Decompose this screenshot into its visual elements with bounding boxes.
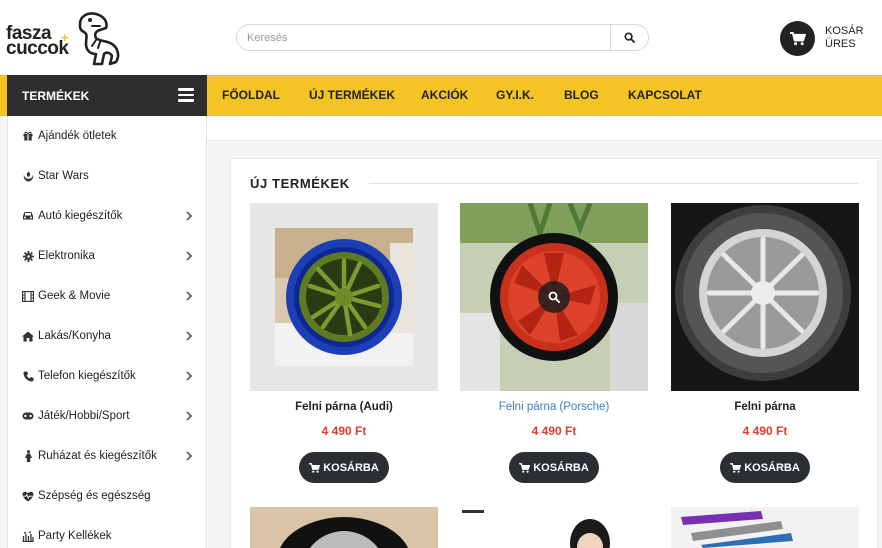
nav-link-blog[interactable]: BLOG [564,75,599,116]
sidebar-item-label: Játék/Hobbi/Sport [38,410,130,422]
gear-icon [22,250,34,262]
cart-icon [519,462,531,473]
product-name[interactable]: Felni párna [671,401,859,413]
nav-link-sales[interactable]: AKCIÓK [421,75,468,116]
person-icon [22,450,34,462]
sidebar-item-label: Lakás/Konyha [38,330,111,342]
nav-link-faq[interactable]: GY.I.K. [496,75,534,116]
search-icon [548,291,560,303]
categories-label: TERMÉKEK [22,88,90,103]
breadcrumb-strip [207,116,882,141]
sidebar-item-beauty-health[interactable]: Szépség és egészség [8,476,206,516]
car-icon [22,210,34,222]
product-photo-partial [460,507,648,548]
dinosaur-icon [78,12,120,66]
sidebar-item-phone-accessories[interactable]: Telefon kiegészítők [8,356,206,396]
sidebar-item-toys-hobby-sport[interactable]: Játék/Hobbi/Sport [8,396,206,436]
sidebar-item-label: Ajándék ötletek [38,130,117,142]
category-sidebar: Ajándék ötletek Star Wars Autó kiegészít… [7,116,207,548]
sidebar-item-label: Autó kiegészítők [38,210,123,222]
sidebar-item-label: Elektronika [38,250,95,262]
film-icon [22,290,34,302]
phone-icon [22,370,34,382]
chevron-right-icon [186,331,193,341]
chevron-right-icon [186,251,193,261]
search-icon [624,32,635,43]
product-image[interactable] [250,507,438,548]
nav-link-home[interactable]: FŐOLDAL [222,75,280,116]
sidebar-item-label: Szépség és egészség [38,490,151,502]
nav-link-new-products[interactable]: ÚJ TERMÉKEK [309,75,395,116]
sidebar-item-geek-movie[interactable]: Geek & Movie [8,276,206,316]
gift-icon [22,130,34,142]
sidebar-item-gift-ideas[interactable]: Ajándék ötletek [8,116,206,156]
sidebar-item-car-accessories[interactable]: Autó kiegészítők [8,196,206,236]
add-to-cart-label: KOSÁRBA [744,461,800,474]
cart-status[interactable]: KOSÁR ÜRES [825,25,864,51]
search-bar [236,24,649,51]
sidebar-item-label: Telefon kiegészítők [38,370,136,382]
chevron-right-icon [186,411,193,421]
product-image[interactable] [250,203,438,391]
chevron-right-icon [186,371,193,381]
cart-icon [730,462,742,473]
sidebar-item-party[interactable]: Party Kellékek [8,516,206,548]
sidebar-item-star-wars[interactable]: Star Wars [8,156,206,196]
cart-icon [790,31,806,46]
heartbeat-icon [22,490,34,502]
cart-icon [309,462,321,473]
site-logo[interactable]: fasza cuccok + [6,10,126,68]
sidebar-item-electronics[interactable]: Elektronika [8,236,206,276]
product-name[interactable]: Felni párna (Porsche) [460,401,648,413]
chevron-right-icon [186,211,193,221]
rebel-icon [22,170,34,182]
add-to-cart-button[interactable]: KOSÁRBA [720,452,810,483]
product-photo-silver-rim [671,203,859,391]
chevron-right-icon [186,291,193,301]
product-name[interactable]: Felni párna (Audi) [250,401,438,413]
product-photo-partial [671,507,859,548]
logo-wordmark: fasza cuccok [6,23,69,59]
add-to-cart-button[interactable]: KOSÁRBA [509,452,599,483]
product-image[interactable] [460,507,648,548]
sidebar-item-clothing[interactable]: Ruházat és kiegészítők [8,436,206,476]
add-to-cart-button[interactable]: KOSÁRBA [299,452,389,483]
sidebar-item-label: Party Kellékek [38,530,112,542]
section-title: ÚJ TERMÉKEK [250,176,350,191]
hamburger-icon [178,88,194,102]
product-price: 4 490 Ft [321,424,367,438]
product-photo-audi-rim [275,228,413,366]
product-image[interactable] [671,507,859,548]
chevron-right-icon [186,451,193,461]
sidebar-item-label: Geek & Movie [38,290,111,302]
cart-button[interactable] [780,21,815,56]
product-image[interactable] [671,203,859,391]
header: fasza cuccok + KOSÁR ÜRES [0,0,882,75]
search-button[interactable] [610,24,649,51]
product-photo-partial [250,507,438,548]
home-icon [22,330,34,342]
gamepad-icon [22,410,34,422]
nav-link-contact[interactable]: KAPCSOLAT [628,75,702,116]
section-divider [369,183,858,184]
add-to-cart-label: KOSÁRBA [533,461,589,474]
search-input[interactable] [236,24,611,51]
party-icon [22,530,34,542]
categories-toggle[interactable]: TERMÉKEK [7,75,207,116]
sidebar-item-label: Ruházat és kiegészítők [38,450,157,462]
product-image[interactable] [460,203,648,391]
product-price: 4 490 Ft [742,424,788,438]
product-price: 4 490 Ft [531,424,577,438]
sidebar-item-label: Star Wars [38,170,89,182]
quick-view-button[interactable] [538,281,570,313]
add-to-cart-label: KOSÁRBA [323,461,379,474]
cart-empty-label: ÜRES [825,38,856,50]
cart-label: KOSÁR [825,25,864,37]
sidebar-item-home-kitchen[interactable]: Lakás/Konyha [8,316,206,356]
